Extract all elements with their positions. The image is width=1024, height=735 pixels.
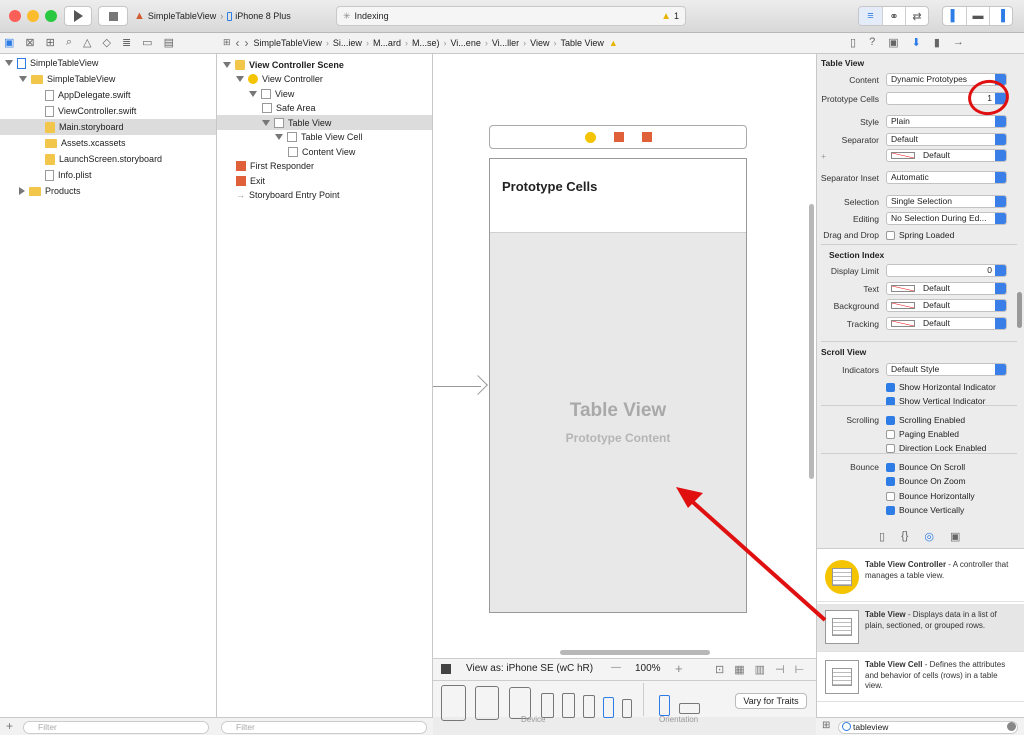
annotation-arrow-icon <box>676 487 827 622</box>
